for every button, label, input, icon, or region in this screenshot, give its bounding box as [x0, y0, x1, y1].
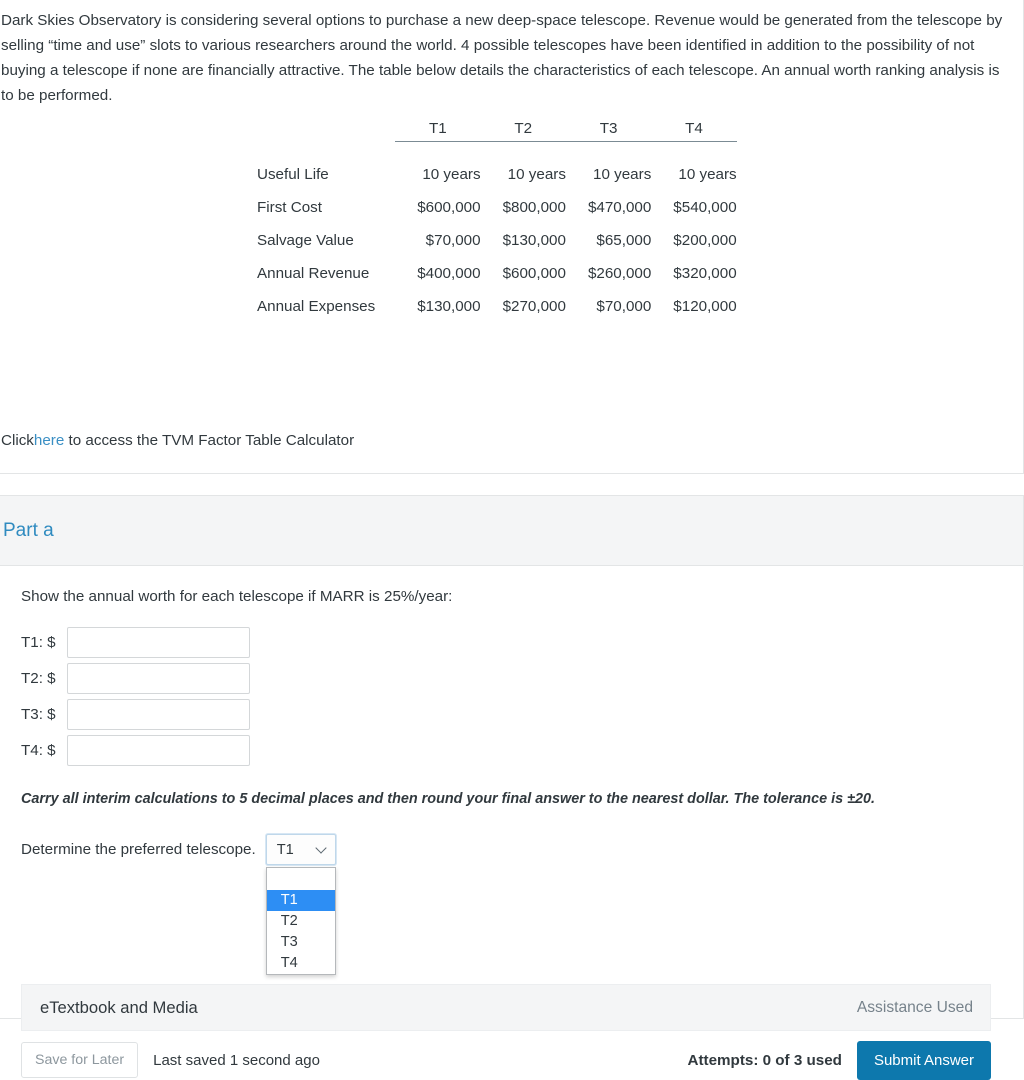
cell-salvage-value-t2: $130,000 — [502, 232, 566, 249]
footer-right-group: Attempts: 0 of 3 used Submit Answer — [687, 1040, 991, 1080]
select-option-t4[interactable]: T4 — [267, 953, 335, 974]
cell-first-cost-t2: $800,000 — [502, 199, 566, 216]
tolerance-note: Carry all interim calculations to 5 deci… — [21, 791, 876, 807]
cell-annual-revenue-t3: $260,000 — [587, 265, 652, 282]
answer-label-t3: T3: $ — [21, 706, 56, 723]
column-header-t4: T4 — [651, 120, 737, 142]
telescope-characteristics-table: T1 T2 T3 T4 Useful Life 10 years 10 year… — [257, 120, 737, 323]
table-row: Salvage Value $70,000 $130,000 $65,000 $… — [257, 224, 737, 257]
part-a-card: Part a Show the annual worth for each te… — [0, 495, 1024, 1080]
column-header-t3: T3 — [565, 120, 652, 142]
cell-annual-expenses-t4: $120,000 — [673, 298, 737, 315]
preferred-telescope-select-wrapper: T1 T1 T2 T3 T4 — [265, 834, 336, 975]
part-title: Part a — [3, 519, 54, 541]
table-row: Useful Life 10 years 10 years 10 years 1… — [257, 158, 737, 191]
cell-useful-life-t4: 10 years — [678, 166, 737, 183]
part-a-body: Show the annual worth for each telescope… — [0, 566, 1023, 1080]
answer-label-t4: T4: $ — [21, 742, 56, 759]
cell-annual-revenue-t4: $320,000 — [673, 265, 737, 282]
answer-input-t4[interactable] — [67, 735, 250, 766]
answer-row-t1: T1: $ — [21, 627, 1002, 658]
etextbook-label: eTextbook and Media — [40, 997, 198, 1017]
preferred-telescope-select[interactable]: T1 — [265, 834, 336, 865]
answer-label-t1: T1: $ — [21, 634, 56, 651]
problem-paragraph: Dark Skies Observatory is considering se… — [1, 12, 1003, 104]
answer-input-t2[interactable] — [67, 663, 250, 694]
table-header-row: T1 T2 T3 T4 — [257, 120, 737, 142]
part-a-prompt: Show the annual worth for each telescope… — [21, 588, 453, 605]
row-label-first-cost: First Cost — [257, 199, 322, 216]
problem-statement-card: Dark Skies Observatory is considering se… — [0, 0, 1024, 474]
cell-first-cost-t4: $540,000 — [673, 199, 737, 216]
row-label-salvage-value: Salvage Value — [257, 232, 354, 249]
table-row: Annual Expenses $130,000 $270,000 $70,00… — [257, 290, 737, 323]
cell-annual-expenses-t3: $70,000 — [596, 298, 652, 315]
save-for-later-button[interactable]: Save for Later — [21, 1042, 139, 1078]
answer-row-t3: T3: $ — [21, 699, 1002, 730]
tvm-calculator-line: Clickhere to access the TVM Factor Table… — [1, 432, 354, 449]
last-saved-text: Last saved 1 second ago — [153, 1051, 320, 1069]
answer-input-t3[interactable] — [67, 699, 250, 730]
cell-first-cost-t1: $600,000 — [417, 199, 481, 216]
row-label-annual-expenses: Annual Expenses — [257, 298, 376, 315]
determine-label: Determine the preferred telescope. — [21, 841, 256, 858]
column-header-t2: T2 — [480, 120, 566, 142]
column-header-t1: T1 — [395, 120, 481, 142]
cell-annual-revenue-t1: $400,000 — [417, 265, 481, 282]
row-label-annual-revenue: Annual Revenue — [257, 265, 370, 282]
row-label-useful-life: Useful Life — [257, 166, 329, 183]
table-spacer-row — [257, 142, 737, 159]
select-option-blank[interactable] — [267, 868, 335, 890]
answer-row-t2: T2: $ — [21, 663, 1002, 694]
select-option-t3[interactable]: T3 — [267, 932, 335, 953]
answer-input-t1[interactable] — [67, 627, 250, 658]
tvm-calculator-link[interactable]: here — [34, 432, 64, 449]
cell-annual-expenses-t2: $270,000 — [502, 298, 566, 315]
cell-annual-expenses-t1: $130,000 — [417, 298, 481, 315]
submit-answer-button[interactable]: Submit Answer — [856, 1040, 991, 1080]
cell-useful-life-t3: 10 years — [593, 166, 652, 183]
table-corner-cell — [257, 120, 395, 142]
cell-salvage-value-t3: $65,000 — [596, 232, 652, 249]
tvm-suffix-text: to access the TVM Factor Table Calculato… — [64, 432, 355, 449]
cell-useful-life-t1: 10 years — [422, 166, 481, 183]
select-value: T1 — [276, 841, 294, 858]
select-option-t2[interactable]: T2 — [267, 911, 335, 932]
table-row: First Cost $600,000 $800,000 $470,000 $5… — [257, 191, 737, 224]
answer-label-t2: T2: $ — [21, 670, 56, 687]
attempts-text: Attempts: 0 of 3 used — [687, 1051, 842, 1069]
table-row: Annual Revenue $400,000 $600,000 $260,00… — [257, 257, 737, 290]
preferred-telescope-options-list[interactable]: T1 T2 T3 T4 — [265, 867, 336, 975]
etextbook-and-media-bar[interactable]: eTextbook and Media Assistance Used — [21, 984, 991, 1031]
cell-first-cost-t3: $470,000 — [587, 199, 652, 216]
select-option-t1[interactable]: T1 — [266, 890, 335, 911]
chevron-down-icon — [317, 844, 328, 855]
assistance-used-label: Assistance Used — [856, 998, 973, 1016]
cell-salvage-value-t4: $200,000 — [673, 232, 737, 249]
answer-row-t4: T4: $ — [21, 735, 1002, 766]
cell-useful-life-t2: 10 years — [507, 166, 566, 183]
determine-preferred-row: Determine the preferred telescope. T1 T1… — [21, 834, 1002, 975]
cell-annual-revenue-t2: $600,000 — [502, 265, 566, 282]
part-a-header: Part a — [0, 496, 1023, 566]
part-a-footer: Save for Later Last saved 1 second ago A… — [21, 1040, 991, 1080]
cell-salvage-value-t1: $70,000 — [425, 232, 481, 249]
tvm-prefix-text: Click — [1, 432, 34, 449]
